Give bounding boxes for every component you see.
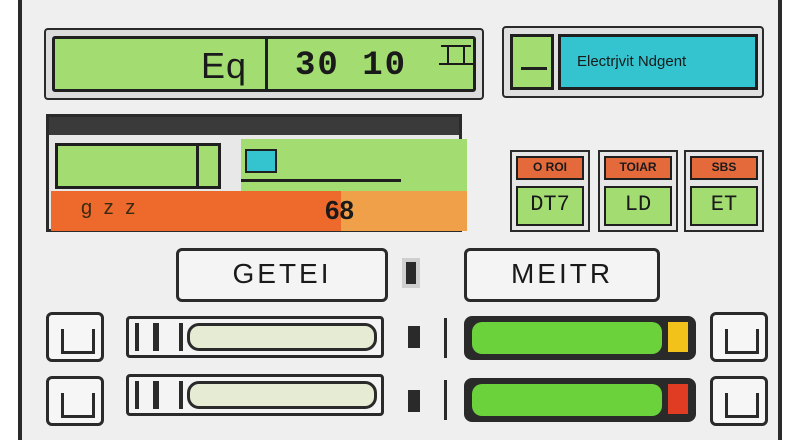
meitr-button[interactable]: MEITR bbox=[464, 248, 660, 302]
display-unit-icon bbox=[439, 43, 473, 65]
readout-value: 68 bbox=[325, 195, 354, 225]
readout-bracket-icon bbox=[196, 146, 220, 186]
main-lcd-display: Eq 30 10 bbox=[52, 36, 476, 92]
row2-level-cap bbox=[668, 384, 688, 414]
meter-value: ET bbox=[710, 192, 738, 217]
slider-track bbox=[187, 323, 377, 351]
meter-label: O ROI bbox=[532, 160, 567, 174]
meter-label: SBS bbox=[711, 160, 737, 174]
row2-level-fill bbox=[472, 384, 662, 416]
indicator-light bbox=[402, 258, 420, 288]
meter-label: TOIAR bbox=[619, 160, 657, 174]
title-text: Electrjvit Ndgent bbox=[577, 53, 687, 70]
row2-left-slider[interactable] bbox=[126, 374, 384, 416]
meter-value-box: LD bbox=[604, 186, 672, 226]
meter-value-box: DT7 bbox=[516, 186, 584, 226]
title-panel: Electrjvit Ndgent bbox=[558, 34, 758, 90]
right-orange-readout: 68 bbox=[241, 191, 467, 231]
row2-level-bar[interactable] bbox=[464, 378, 696, 422]
display-header-bar bbox=[49, 117, 459, 135]
main-display-frame: Eq 30 10 bbox=[44, 28, 484, 100]
row2-divider bbox=[444, 380, 447, 420]
meter-2: TOIAR LD bbox=[598, 150, 678, 232]
row2-indicator bbox=[408, 390, 420, 412]
readout-line bbox=[241, 179, 401, 182]
display-reading: 30 10 bbox=[295, 47, 408, 85]
slider-track bbox=[187, 381, 377, 409]
slider-grip-icon bbox=[135, 381, 183, 409]
getei-button[interactable]: GETEI bbox=[176, 248, 388, 302]
row1-divider bbox=[444, 318, 447, 358]
meter-1: O ROI DT7 bbox=[510, 150, 590, 232]
secondary-display: g z z 68 bbox=[46, 114, 467, 232]
cyan-indicator bbox=[245, 149, 277, 173]
control-panel: Eq 30 10 Electrjvit Ndgent g z z 68 O RO… bbox=[18, 0, 782, 440]
row1-indicator bbox=[408, 326, 420, 348]
meter-label-box: SBS bbox=[690, 156, 758, 180]
slider-grip-icon bbox=[135, 323, 183, 351]
row1-right-button[interactable] bbox=[710, 312, 768, 362]
row2-right-button[interactable] bbox=[710, 376, 768, 426]
meter-value: DT7 bbox=[530, 192, 570, 217]
display-divider bbox=[265, 39, 268, 89]
meter-label-box: TOIAR bbox=[604, 156, 672, 180]
indicator-line-icon bbox=[521, 67, 547, 70]
meter-value-box: ET bbox=[690, 186, 758, 226]
row1-level-bar[interactable] bbox=[464, 316, 696, 360]
row1-level-cap bbox=[668, 322, 688, 352]
orange-readout-text: g z z bbox=[81, 197, 139, 219]
meter-label-box: O ROI bbox=[516, 156, 584, 180]
title-indicator bbox=[510, 34, 554, 90]
left-orange-readout: g z z bbox=[51, 191, 263, 231]
meter-value: LD bbox=[624, 192, 652, 217]
display-letter: Eq bbox=[201, 45, 248, 86]
row1-left-button[interactable] bbox=[46, 312, 104, 362]
row2-left-button[interactable] bbox=[46, 376, 104, 426]
meter-3: SBS ET bbox=[684, 150, 764, 232]
title-panel-frame: Electrjvit Ndgent bbox=[502, 26, 764, 98]
row1-level-fill bbox=[472, 322, 662, 354]
row1-left-slider[interactable] bbox=[126, 316, 384, 358]
right-green-readout bbox=[241, 139, 467, 191]
left-green-readout bbox=[55, 143, 221, 189]
